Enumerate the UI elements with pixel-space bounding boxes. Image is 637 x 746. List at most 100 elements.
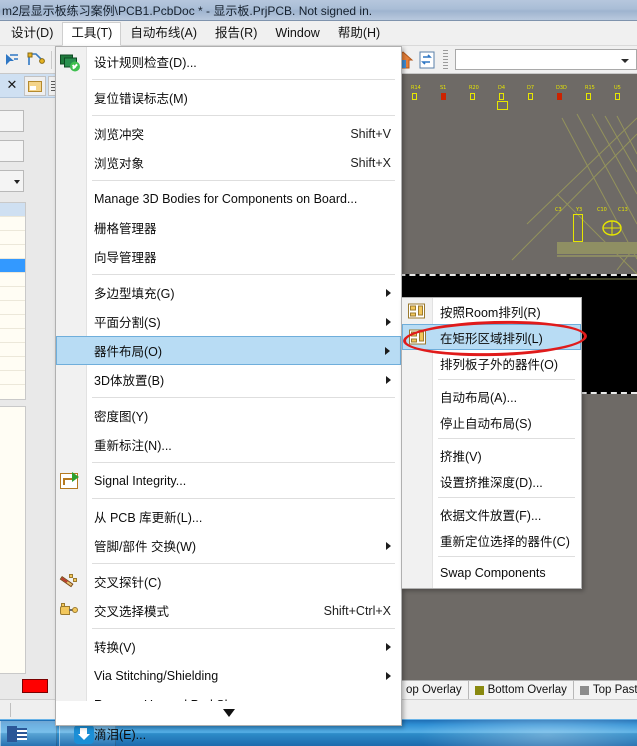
tools-menu-item-2[interactable]: 浏览冲突 Shift+V — [56, 119, 401, 148]
tools-menu-item-5[interactable]: 栅格管理器 — [56, 213, 401, 242]
menu-item-label: 密度图(Y) — [94, 410, 149, 424]
menu-separator — [92, 397, 395, 398]
chevron-down-icon — [222, 709, 235, 717]
designator-label: Y3 — [576, 207, 583, 213]
menubar-item-0[interactable]: 设计(D) — [2, 22, 62, 45]
tools-menu-item-14[interactable]: 从 PCB 库更新(L)... — [56, 502, 401, 531]
tools-menu-item-13[interactable]: Signal Integrity... — [56, 466, 401, 495]
submenu-arrow-icon — [385, 346, 390, 355]
close-icon[interactable]: ✕ — [4, 77, 20, 93]
left-panel-strip: ✕ — [0, 74, 62, 699]
tools-menu-item-4[interactable]: Manage 3D Bodies for Components on Board… — [56, 184, 401, 213]
menu-item-label: 从 PCB 库更新(L)... — [94, 511, 203, 525]
menubar-item-4[interactable]: Window — [266, 22, 328, 45]
tools-menu-item-3[interactable]: 浏览对象 Shift+X — [56, 148, 401, 177]
tools-menu-item-19[interactable]: Via Stitching/Shielding — [56, 661, 401, 690]
layout-submenu-item-3[interactable]: 自动布局(A)... — [402, 383, 581, 409]
tools-menu-item-1[interactable]: 复位错误标志(M) — [56, 83, 401, 112]
menubar-item-3[interactable]: 报告(R) — [206, 22, 266, 45]
layout-submenu-item-0[interactable]: 按照Room排列(R) — [402, 298, 581, 324]
menubar-item-2[interactable]: 自动布线(A) — [121, 22, 206, 45]
layout-submenu-item-6[interactable]: 设置挤推深度(D)... — [402, 468, 581, 494]
layout-submenu-item-4[interactable]: 停止自动布局(S) — [402, 409, 581, 435]
designator-label: C10 — [597, 207, 607, 213]
tools-menu-item-0[interactable]: 设计规则检查(D)... — [56, 47, 401, 76]
arrange-room-icon — [408, 303, 425, 319]
panel-field-2[interactable] — [0, 140, 24, 162]
tools-menu-item-12[interactable]: 重新标注(N)... — [56, 430, 401, 459]
menu-separator — [92, 462, 395, 463]
refresh-doc-icon[interactable] — [416, 49, 438, 71]
menu-item-label: 平面分割(S) — [94, 316, 161, 330]
tools-menu-item-10[interactable]: 3D体放置(B) — [56, 365, 401, 394]
designator-label: C3 — [555, 207, 562, 213]
menu-scroll-down[interactable] — [56, 701, 401, 725]
menu-item-label: 3D体放置(B) — [94, 374, 165, 388]
menu-item-label: 设计规则检查(D)... — [94, 56, 197, 70]
menu-item-label: 向导管理器 — [94, 251, 157, 265]
menubar-item-5[interactable]: 帮助(H) — [329, 22, 389, 45]
tools-menu-item-9[interactable]: 器件布局(O) — [56, 336, 401, 365]
select-tool-icon[interactable] — [1, 49, 23, 71]
layout-submenu-item-1[interactable]: 在矩形区域排列(L) — [402, 324, 581, 350]
menu-bar: 设计(D) 工具(T) 自动布线(A) 报告(R) Window 帮助(H) — [0, 21, 637, 46]
toolbar-combo[interactable] — [455, 49, 637, 70]
panel-field-1[interactable] — [0, 110, 24, 132]
layout-submenu-item-2[interactable]: 排列板子外的器件(O) — [402, 350, 581, 376]
menu-item-label: Signal Integrity... — [94, 473, 187, 488]
menu-item-label: 自动布局(A)... — [440, 390, 518, 405]
toolbar-grip[interactable] — [442, 49, 450, 70]
menu-item-label: 重新标注(N)... — [94, 439, 172, 453]
menu-item-label: 停止自动布局(S) — [440, 416, 532, 431]
menu-separator — [92, 563, 395, 564]
menu-separator — [92, 274, 395, 275]
designator-label: C13 — [618, 207, 628, 213]
panel-secondary-list[interactable] — [0, 406, 26, 674]
menu-item-label: 挤推(V) — [440, 449, 482, 464]
layer-tab-1[interactable]: Bottom Overlay — [468, 681, 574, 699]
color-swatch-red[interactable] — [22, 679, 48, 693]
menu-item-shortcut: Shift+Ctrl+X — [323, 603, 391, 618]
tools-menu-item-17[interactable]: 交叉选择模式 Shift+Ctrl+X — [56, 596, 401, 625]
tools-menu-item-6[interactable]: 向导管理器 — [56, 242, 401, 271]
drc-icon — [60, 53, 80, 71]
component-layout-submenu[interactable]: 按照Room排列(R) 在矩形区域排列(L) 排列板子外的器件(O) 自动布局(A).… — [401, 297, 582, 589]
menu-item-label: 复位错误标志(M) — [94, 92, 188, 106]
panel-layer-list[interactable] — [0, 202, 26, 400]
menu-item-label: 交叉选择模式 — [94, 605, 170, 619]
tools-menu-item-8[interactable]: 平面分割(S) — [56, 307, 401, 336]
menu-item-label: 滴泪(E)... — [94, 728, 147, 742]
tools-menu-item-7[interactable]: 多边型填充(G) — [56, 278, 401, 307]
layer-tab-2[interactable]: Top Paste — [573, 681, 637, 699]
tools-menu-item-15[interactable]: 管脚/部件 交换(W) — [56, 531, 401, 560]
layout-submenu-item-9[interactable]: Swap Components — [402, 560, 581, 586]
board-copper-strip — [557, 242, 637, 254]
menu-separator — [438, 556, 575, 557]
layout-submenu-item-7[interactable]: 依据文件放置(F)... — [402, 501, 581, 527]
menu-item-label: Via Stitching/Shielding — [94, 668, 219, 683]
menu-separator — [92, 79, 395, 80]
layout-submenu-item-5[interactable]: 挤推(V) — [402, 442, 581, 468]
submenu-arrow-icon — [386, 671, 391, 680]
tools-menu-item-16[interactable]: 交叉探针(C) — [56, 567, 401, 596]
submenu-arrow-icon — [386, 288, 391, 297]
menubar-item-1[interactable]: 工具(T) — [62, 21, 122, 46]
word-taskbar-button[interactable] — [0, 721, 57, 746]
layer-tab-label: op Overlay — [406, 684, 462, 696]
layer-tab-label: Bottom Overlay — [487, 684, 567, 696]
layer-tab-label: Top Paste — [592, 684, 637, 696]
menu-separator — [92, 180, 395, 181]
menu-item-label: 重新定位选择的器件(C) — [440, 534, 570, 549]
submenu-arrow-icon — [386, 317, 391, 326]
menu-item-label: 在矩形区域排列(L) — [440, 331, 543, 346]
projects-panel-icon[interactable] — [24, 76, 46, 96]
cross-select-icon — [60, 602, 78, 619]
tools-dropdown-menu[interactable]: 设计规则检查(D)... 复位错误标志(M) 浏览冲突 Shift+V 浏览对象 Shif… — [55, 46, 402, 742]
menu-item-label: 排列板子外的器件(O) — [440, 357, 559, 372]
layout-submenu-item-8[interactable]: 重新定位选择的器件(C) — [402, 527, 581, 553]
route-tool-icon[interactable] — [25, 49, 47, 71]
menu-separator — [438, 379, 575, 380]
panel-dropdown[interactable] — [0, 170, 24, 192]
tools-menu-item-18[interactable]: 转换(V) — [56, 632, 401, 661]
tools-menu-item-11[interactable]: 密度图(Y) — [56, 401, 401, 430]
